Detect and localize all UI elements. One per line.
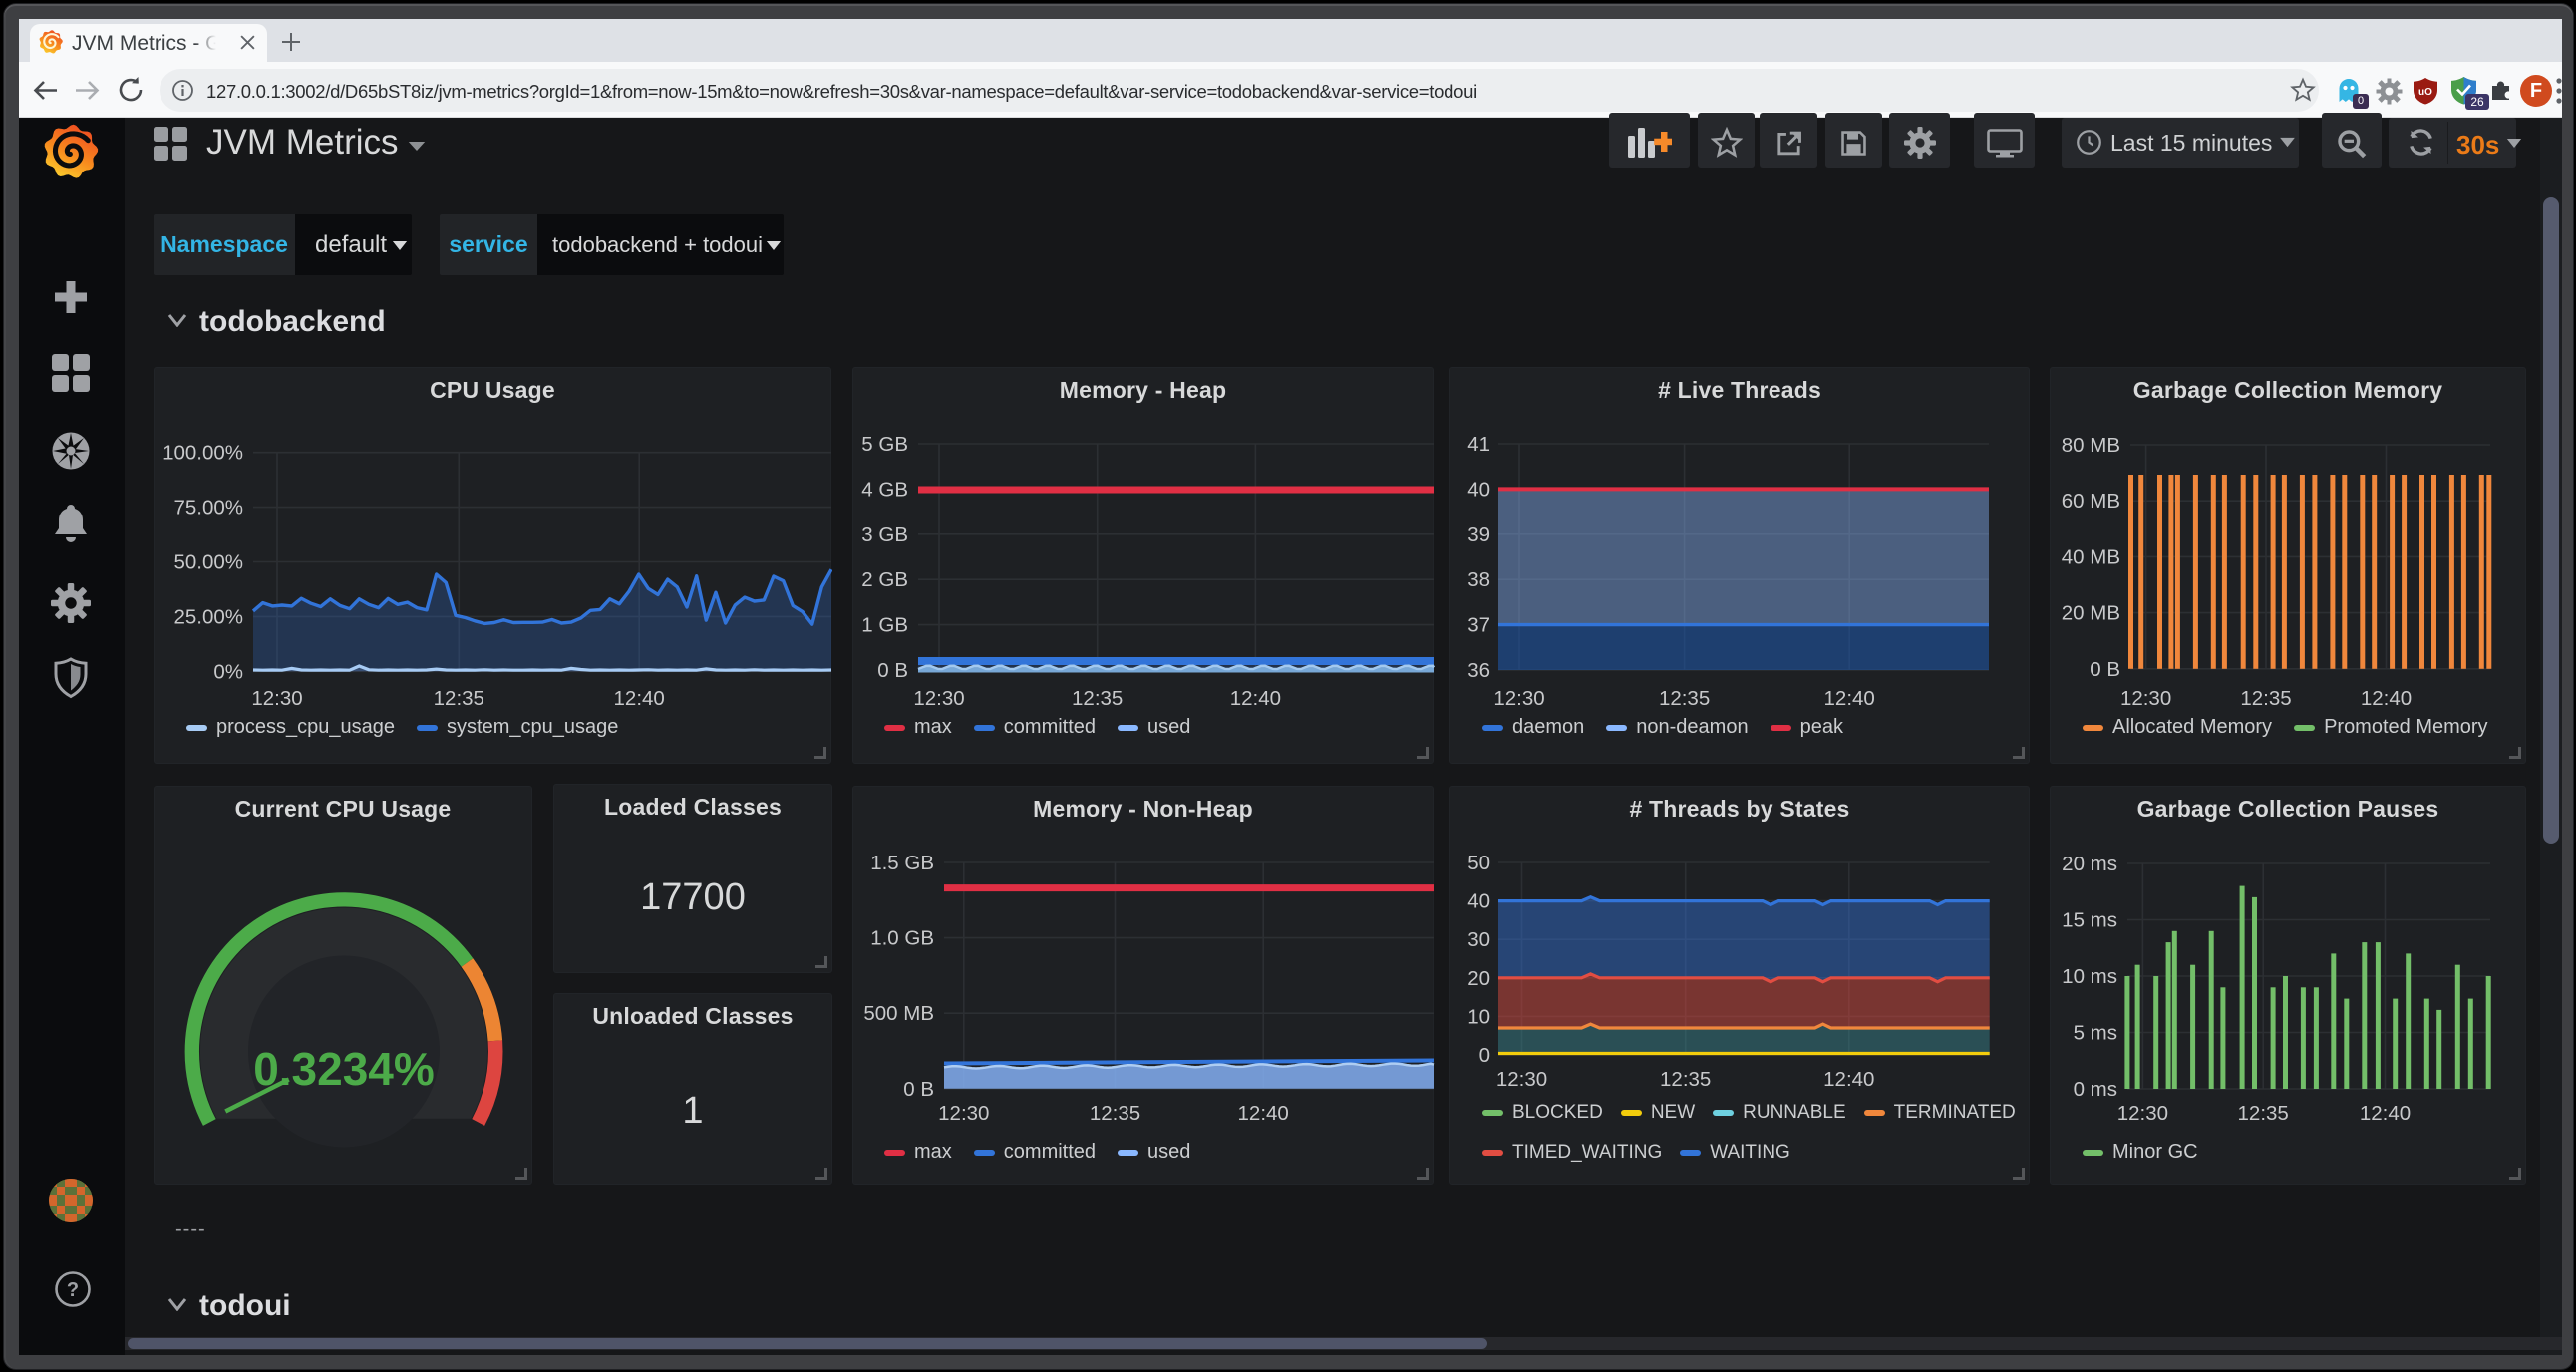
svg-text:100.00%: 100.00% [162, 442, 243, 465]
svg-text:36: 36 [1467, 659, 1490, 682]
svg-text:12:35: 12:35 [1659, 687, 1710, 710]
svg-text:12:35: 12:35 [1090, 1102, 1140, 1125]
svg-text:1.0 GB: 1.0 GB [870, 927, 934, 950]
svg-text:12:30: 12:30 [251, 687, 302, 710]
svg-text:0%: 0% [213, 660, 243, 683]
svg-text:2 GB: 2 GB [861, 568, 908, 591]
svg-text:12:40: 12:40 [1824, 687, 1875, 710]
svg-text:20 ms: 20 ms [2062, 853, 2117, 875]
svg-text:40: 40 [1467, 890, 1490, 913]
svg-text:0 ms: 0 ms [2074, 1078, 2117, 1101]
svg-text:39: 39 [1467, 523, 1490, 546]
svg-text:40: 40 [1467, 478, 1490, 501]
svg-text:12:40: 12:40 [1238, 1102, 1289, 1125]
svg-text:0: 0 [1479, 1044, 1490, 1067]
svg-text:12:30: 12:30 [1493, 687, 1544, 710]
svg-text:40 MB: 40 MB [2062, 545, 2120, 568]
svg-text:12:40: 12:40 [1823, 1068, 1874, 1091]
svg-text:50: 50 [1467, 852, 1490, 874]
svg-text:0.3234%: 0.3234% [253, 1043, 435, 1095]
svg-text:12:30: 12:30 [1496, 1068, 1547, 1091]
svg-text:3 GB: 3 GB [861, 523, 908, 546]
svg-text:12:35: 12:35 [1660, 1068, 1711, 1091]
svg-text:12:30: 12:30 [913, 687, 964, 710]
svg-text:?: ? [67, 1279, 79, 1301]
svg-text:80 MB: 80 MB [2062, 434, 2120, 457]
svg-text:1.5 GB: 1.5 GB [870, 852, 934, 874]
svg-text:10 ms: 10 ms [2062, 965, 2117, 988]
svg-text:0 B: 0 B [903, 1078, 934, 1101]
svg-text:12:40: 12:40 [614, 687, 665, 710]
svg-text:20: 20 [1467, 967, 1490, 990]
svg-text:38: 38 [1467, 568, 1490, 591]
svg-text:12:35: 12:35 [2240, 687, 2291, 710]
svg-text:0 B: 0 B [877, 659, 908, 682]
svg-text:12:35: 12:35 [434, 687, 484, 710]
svg-text:25.00%: 25.00% [173, 605, 243, 628]
svg-text:12:40: 12:40 [2360, 1102, 2411, 1125]
svg-text:12:40: 12:40 [1230, 687, 1281, 710]
svg-text:10: 10 [1467, 1005, 1490, 1028]
svg-text:500 MB: 500 MB [863, 1002, 934, 1025]
svg-text:0 B: 0 B [2090, 658, 2120, 681]
svg-text:41: 41 [1467, 433, 1490, 456]
svg-text:50.00%: 50.00% [173, 551, 243, 574]
svg-text:12:40: 12:40 [2361, 687, 2412, 710]
svg-text:37: 37 [1467, 614, 1490, 637]
svg-text:12:30: 12:30 [938, 1102, 989, 1125]
svg-text:75.00%: 75.00% [173, 497, 243, 519]
svg-text:5 ms: 5 ms [2074, 1022, 2117, 1045]
svg-text:12:30: 12:30 [2117, 1102, 2168, 1125]
svg-text:12:30: 12:30 [2120, 687, 2171, 710]
svg-text:20 MB: 20 MB [2062, 602, 2120, 625]
svg-text:30: 30 [1467, 928, 1490, 951]
svg-text:60 MB: 60 MB [2062, 490, 2120, 513]
svg-text:15 ms: 15 ms [2062, 909, 2117, 932]
svg-text:4 GB: 4 GB [861, 478, 908, 501]
svg-text:1 GB: 1 GB [861, 614, 908, 637]
svg-text:12:35: 12:35 [1072, 687, 1123, 710]
svg-text:5 GB: 5 GB [861, 433, 908, 456]
svg-text:uO: uO [2418, 87, 2432, 98]
svg-text:12:35: 12:35 [2238, 1102, 2289, 1125]
